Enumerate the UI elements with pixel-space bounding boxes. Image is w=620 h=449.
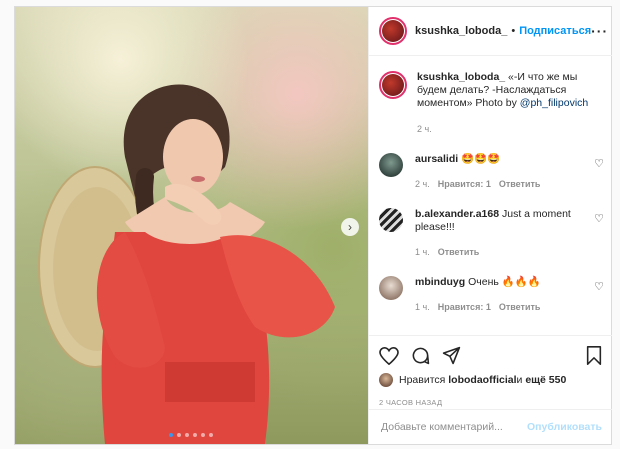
comment-composer: Опубликовать	[369, 409, 612, 444]
comment-like-icon[interactable]: ♡	[594, 157, 604, 170]
post-header: ksushka_loboda_ • Подписаться ···	[369, 7, 612, 56]
next-slide-button[interactable]: ›	[341, 218, 359, 236]
carousel-dot	[201, 433, 205, 437]
caption-time[interactable]: 2 ч.	[417, 123, 602, 136]
caption-mention[interactable]: @ph_filipovich	[520, 97, 588, 109]
post-caption: ksushka_loboda_ «-И что же мы будем дела…	[369, 57, 612, 136]
comment-likes[interactable]: Нравится: 1	[438, 178, 491, 191]
caption-username[interactable]: ksushka_loboda_	[417, 71, 505, 83]
comment-username[interactable]: aursalidi	[415, 153, 458, 165]
comment-likes[interactable]: Нравится: 1	[438, 301, 491, 314]
comments-list: ksushka_loboda_ «-И что же мы будем дела…	[369, 57, 612, 335]
carousel-dot	[177, 433, 181, 437]
comment-time[interactable]: 1 ч.	[415, 246, 430, 259]
post-actions: Нравится lobodaofficial и ещё 550 2 ЧАСО…	[369, 335, 612, 407]
comment-time[interactable]: 1 ч.	[415, 301, 430, 314]
carousel-dot	[193, 433, 197, 437]
reply-button[interactable]: Ответить	[499, 178, 541, 191]
post-card: › ksushka_loboda_ • Подписаться ··· ksus…	[14, 6, 612, 445]
commenter-avatar[interactable]	[379, 208, 403, 232]
publish-button[interactable]: Опубликовать	[527, 421, 602, 433]
send-icon[interactable]	[442, 346, 461, 365]
likes-summary: Нравится lobodaofficial и ещё 550	[369, 365, 612, 387]
liker-avatar[interactable]	[379, 373, 393, 387]
commenter-avatar[interactable]	[379, 276, 403, 300]
separator: •	[511, 25, 516, 37]
author-avatar[interactable]	[379, 17, 407, 45]
likes-count[interactable]: ещё 550	[525, 374, 566, 386]
comment-username[interactable]: b.alexander.a168	[415, 208, 499, 220]
reply-button[interactable]: Ответить	[438, 246, 480, 259]
heart-icon[interactable]	[379, 346, 399, 365]
caption-text: ksushka_loboda_ «-И что же мы будем дела…	[417, 71, 602, 136]
comment-text: Очень 🔥🔥🔥	[465, 276, 541, 288]
likes-middle: и	[516, 374, 523, 386]
reply-button[interactable]: Ответить	[499, 301, 541, 314]
post-sidebar: ksushka_loboda_ • Подписаться ··· ksushk…	[368, 7, 612, 444]
carousel-dot	[185, 433, 189, 437]
comment-item: aursalidi 🤩🤩🤩 2 ч. Нравится: 1 Ответить …	[369, 153, 612, 191]
follow-button[interactable]: Подписаться	[519, 25, 591, 37]
carousel-indicator	[169, 433, 213, 437]
post-timestamp[interactable]: 2 ЧАСОВ НАЗАД	[369, 392, 452, 407]
comment-like-icon[interactable]: ♡	[594, 280, 604, 293]
photo-illustration	[38, 84, 335, 444]
author-username[interactable]: ksushka_loboda_	[415, 25, 507, 37]
carousel-dot	[169, 433, 173, 437]
commenter-avatar[interactable]	[379, 153, 403, 177]
liker-username[interactable]: lobodaofficial	[448, 374, 516, 386]
comment-time[interactable]: 2 ч.	[415, 178, 430, 191]
comment-like-icon[interactable]: ♡	[594, 212, 604, 225]
comment-item: b.alexander.a168 Just a moment please!!!…	[369, 208, 612, 259]
comment-input[interactable]	[379, 420, 528, 434]
likes-prefix: Нравится	[399, 374, 446, 386]
comment-username[interactable]: mbinduyg	[415, 276, 465, 288]
comment-text: 🤩🤩🤩	[458, 153, 501, 165]
carousel-dot	[209, 433, 213, 437]
post-photo[interactable]: ›	[15, 7, 368, 444]
bookmark-icon[interactable]	[586, 346, 602, 365]
comment-icon[interactable]	[411, 346, 430, 365]
comment-item: mbinduyg Очень 🔥🔥🔥 1 ч. Нравится: 1 Отве…	[369, 276, 612, 314]
caption-avatar[interactable]	[379, 71, 407, 99]
more-options-icon[interactable]: ···	[591, 23, 608, 39]
chevron-right-icon: ›	[348, 220, 352, 234]
